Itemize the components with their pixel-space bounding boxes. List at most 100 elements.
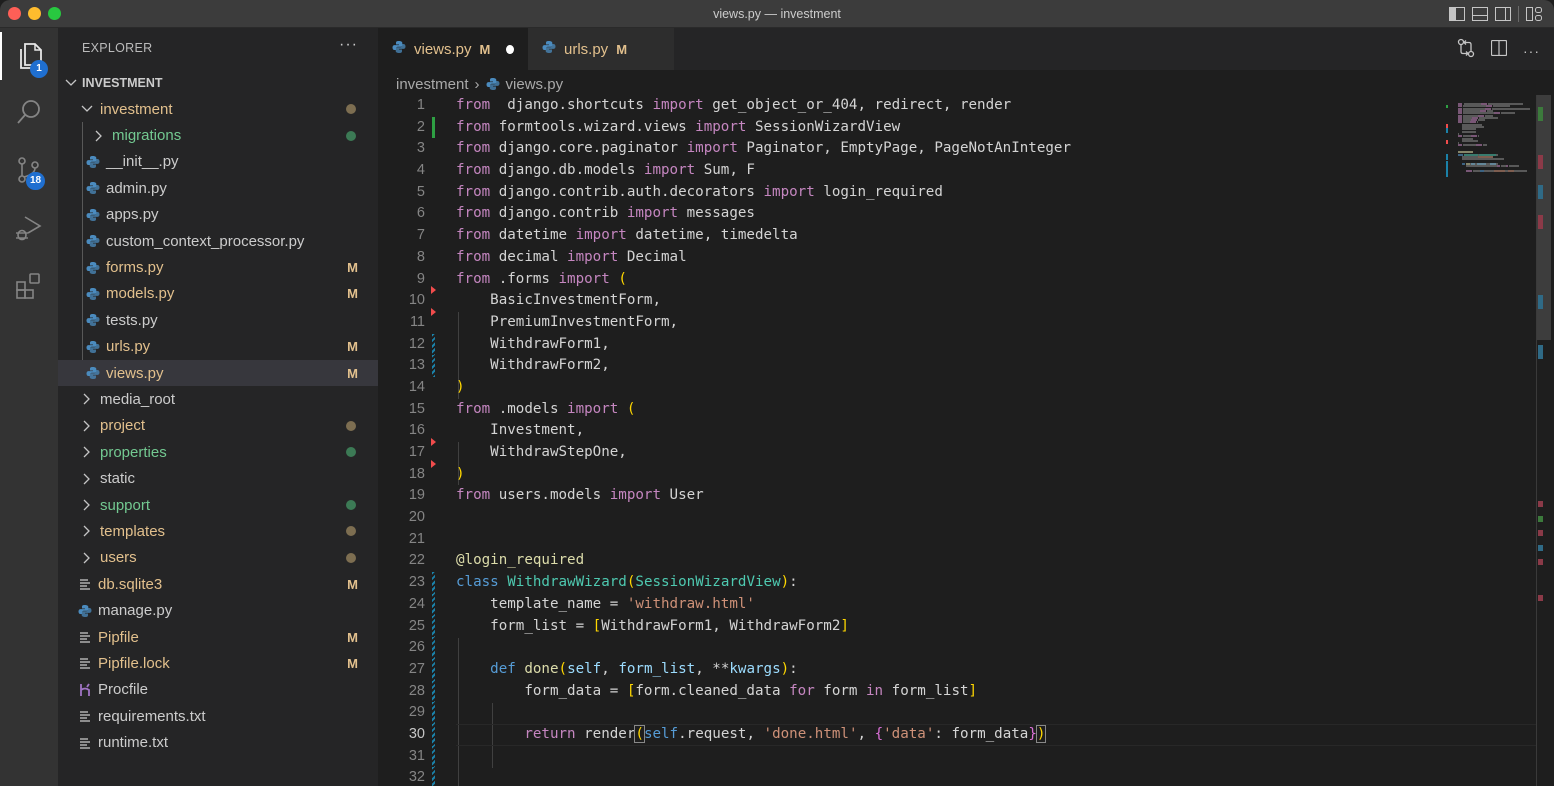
code-line[interactable]: 7 from datetime import datetime, timedelt…	[378, 225, 1418, 247]
code-line[interactable]: 5 from django.contrib.auth.decorators imp…	[378, 182, 1418, 204]
tree-file[interactable]: __init__.py	[58, 149, 378, 175]
tree-folder[interactable]: users	[58, 545, 378, 571]
gutter-modified-marker[interactable]	[432, 593, 435, 616]
tree-file[interactable]: requirements.txt	[58, 703, 378, 729]
tree-folder[interactable]: static	[58, 465, 378, 491]
tree-folder[interactable]: investment	[58, 96, 378, 122]
toggle-secondary-sidebar-icon[interactable]	[1495, 7, 1511, 21]
gutter-deleted-marker[interactable]	[431, 438, 436, 446]
tree-file[interactable]: runtime.txt	[58, 729, 378, 755]
tree-file[interactable]: custom_context_processor.py	[58, 228, 378, 254]
tree-file[interactable]: forms.py M	[58, 254, 378, 280]
toggle-primary-sidebar-icon[interactable]	[1449, 7, 1465, 21]
gutter-modified-marker[interactable]	[432, 658, 435, 681]
gutter-modified-marker[interactable]	[432, 745, 435, 768]
code-line[interactable]: 21	[378, 529, 1418, 551]
minimap-token	[1483, 144, 1487, 147]
tree-file[interactable]: apps.py	[58, 202, 378, 228]
gutter-deleted-marker[interactable]	[431, 286, 436, 295]
code-line[interactable]: 28 form_data = [form.cleaned_data for fo…	[378, 680, 1418, 703]
more-actions-icon[interactable]: ···	[1523, 43, 1540, 59]
code-line[interactable]: 19 from users.models import User	[378, 485, 1418, 507]
tree-file[interactable]: manage.py	[58, 597, 378, 623]
gutter-modified-marker[interactable]	[432, 680, 435, 703]
code-line[interactable]: 32	[378, 767, 1418, 786]
code-line[interactable]: 20	[378, 507, 1418, 529]
gutter-modified-marker[interactable]	[432, 767, 435, 786]
gutter-modified-marker[interactable]	[432, 615, 435, 638]
code-line[interactable]: 30 return render(self.request, 'done.htm…	[378, 723, 1536, 746]
unsaved-dot-icon[interactable]	[506, 44, 514, 54]
vertical-scrollbar[interactable]	[1536, 95, 1551, 786]
breadcrumb-folder[interactable]: investment	[396, 76, 469, 93]
customize-layout-icon[interactable]	[1526, 7, 1542, 21]
code-line[interactable]: 10 BasicInvestmentForm,	[378, 286, 1418, 312]
tree-folder[interactable]: templates	[58, 518, 378, 544]
tree-file[interactable]: Procfile	[58, 677, 378, 703]
activity-extensions[interactable]	[0, 262, 58, 310]
tree-folder[interactable]: project	[58, 413, 378, 439]
gutter-modified-marker[interactable]	[432, 702, 435, 724]
code-line[interactable]: 2 from formtools.wizard.views import Sess…	[378, 116, 1418, 139]
code-line[interactable]: 16 Investment,	[378, 420, 1418, 442]
code-line[interactable]: 1 from django.shortcuts import get_object…	[378, 95, 1418, 117]
tree-folder[interactable]: migrations	[58, 122, 378, 148]
code-line[interactable]: 23 class WithdrawWizard(SessionWizardView…	[378, 572, 1418, 594]
code-line[interactable]: 4 from django.db.models import Sum, F	[378, 160, 1418, 182]
activity-run-debug[interactable]	[0, 204, 58, 252]
tree-file[interactable]: db.sqlite3 M	[58, 571, 378, 597]
code-line[interactable]: 14)	[378, 377, 1418, 399]
tree-file[interactable]: views.py M	[58, 359, 378, 387]
code-line[interactable]: 11 PremiumInvestmentForm,	[378, 307, 1418, 334]
tab-views-py[interactable]: views.py M	[378, 28, 528, 70]
breadcrumb-file[interactable]: views.py	[506, 76, 564, 93]
more-actions-button[interactable]: ···	[339, 36, 358, 54]
code-line[interactable]: 22 @login_required	[378, 550, 1418, 572]
code-line[interactable]: 25 form_list = [WithdrawForm1, WithdrawF…	[378, 615, 1418, 638]
code-token: from	[456, 487, 491, 504]
tree-folder[interactable]: support	[58, 492, 378, 518]
gutter-modified-marker[interactable]	[432, 333, 435, 356]
code-line[interactable]: 26	[378, 637, 1418, 659]
code-line[interactable]: 12 WithdrawForm1,	[378, 333, 1418, 356]
activity-bar: 1 18	[0, 28, 58, 786]
split-editor-icon[interactable]	[1490, 39, 1508, 61]
tree-folder[interactable]: properties	[58, 439, 378, 465]
code-line[interactable]: 24 template_name = 'withdraw.html'	[378, 593, 1418, 616]
tree-file[interactable]: admin.py	[58, 175, 378, 201]
text-file-icon	[78, 709, 92, 723]
tab-urls-py[interactable]: urls.py M	[528, 28, 674, 70]
gutter-added-marker[interactable]	[432, 116, 435, 139]
minimap[interactable]	[1418, 95, 1536, 786]
code-line[interactable]: 15 from .models import (	[378, 399, 1418, 421]
code-line[interactable]: 8 from decimal import Decimal	[378, 247, 1418, 269]
gutter-deleted-marker[interactable]	[431, 307, 436, 316]
code-line[interactable]: 3 from django.core.paginator import Pagin…	[378, 138, 1418, 160]
tree-folder[interactable]: media_root	[58, 386, 378, 412]
code-line[interactable]: 13 WithdrawForm2,	[378, 355, 1418, 377]
open-changes-icon[interactable]	[1457, 38, 1475, 63]
activity-explorer[interactable]: 1	[0, 32, 58, 80]
gutter-modified-marker[interactable]	[432, 572, 435, 594]
tree-file[interactable]: Pipfile M	[58, 624, 378, 650]
code-line[interactable]: 31	[378, 745, 1418, 768]
code-editor[interactable]: 1 from django.shortcuts import get_object…	[378, 95, 1536, 786]
gutter-modified-marker[interactable]	[432, 637, 435, 659]
gutter-modified-marker[interactable]	[432, 723, 435, 746]
workspace-section-header[interactable]: INVESTMENT	[62, 72, 163, 94]
tree-file[interactable]: models.py M	[58, 281, 378, 307]
gutter-modified-marker[interactable]	[432, 355, 435, 377]
activity-source-control[interactable]: 18	[0, 146, 58, 194]
toggle-panel-icon[interactable]	[1472, 7, 1488, 21]
code-line[interactable]: 29	[378, 702, 1418, 724]
gutter-deleted-marker[interactable]	[431, 459, 436, 468]
tree-file[interactable]: urls.py M	[58, 334, 378, 360]
code-line[interactable]: 6 from django.contrib import messages	[378, 203, 1418, 225]
tree-file[interactable]: tests.py	[58, 307, 378, 333]
code-line[interactable]: 17 WithdrawStepOne,	[378, 438, 1418, 464]
activity-search[interactable]	[0, 88, 58, 136]
code-line[interactable]: 27 def done(self, form_list, **kwargs):	[378, 658, 1418, 681]
code-line[interactable]: 18)	[378, 459, 1418, 486]
code-line[interactable]: 9 from .forms import (	[378, 269, 1418, 291]
tree-file[interactable]: Pipfile.lock M	[58, 650, 378, 676]
